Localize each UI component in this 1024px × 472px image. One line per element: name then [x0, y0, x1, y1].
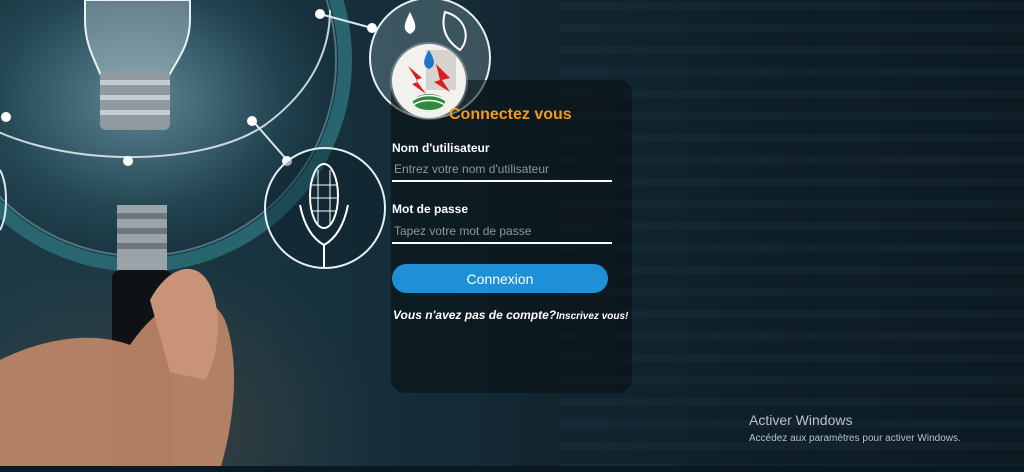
username-input[interactable] — [392, 158, 612, 182]
watermark-subtitle: Accédez aux paramètres pour activer Wind… — [749, 433, 961, 444]
watermark-title: Activer Windows — [749, 412, 853, 428]
password-label: Mot de passe — [392, 202, 469, 216]
password-input[interactable] — [392, 220, 612, 244]
signup-link[interactable]: Inscrivez vous! — [556, 311, 628, 322]
signup-prompt: Vous n'avez pas de compte?Inscrivez vous… — [393, 308, 638, 324]
login-title: Connectez vous — [449, 106, 572, 123]
username-label: Nom d'utilisateur — [392, 141, 490, 155]
windows-activation-watermark: Activer Windows Accédez aux paramètres p… — [749, 412, 961, 446]
bottom-edge — [0, 466, 1024, 472]
signup-prompt-text: Vous n'avez pas de compte? — [393, 308, 557, 322]
login-button[interactable]: Connexion — [392, 264, 608, 293]
